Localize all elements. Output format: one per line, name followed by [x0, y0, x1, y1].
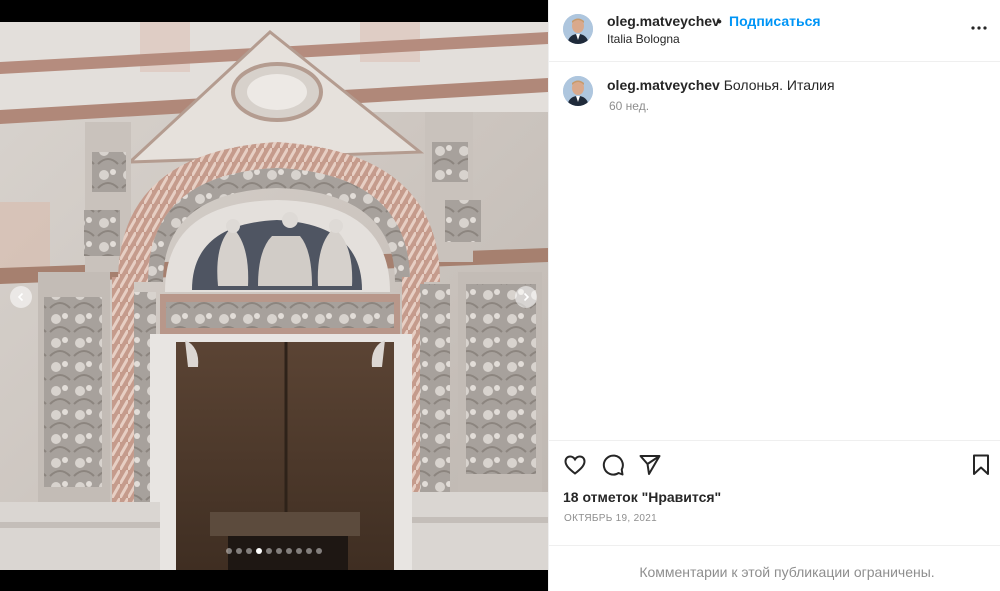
- follow-button[interactable]: Подписаться: [729, 13, 821, 29]
- bookmark-icon: [973, 454, 989, 475]
- carousel-dot: [286, 548, 292, 554]
- carousel-dot: [246, 548, 252, 554]
- send-icon: [639, 455, 661, 475]
- avatar[interactable]: [563, 14, 593, 44]
- post-media: [0, 0, 548, 591]
- caption-avatar[interactable]: [563, 76, 593, 106]
- actions-divider: [549, 440, 1000, 441]
- caption-timestamp[interactable]: 60 нед.: [609, 99, 649, 113]
- caption-username[interactable]: oleg.matveychev: [607, 77, 720, 93]
- next-slide-button[interactable]: [515, 286, 537, 308]
- save-button[interactable]: [969, 453, 993, 477]
- post-photo[interactable]: [0, 22, 548, 570]
- like-count[interactable]: 18 отметок "Нравится": [563, 489, 721, 505]
- share-button[interactable]: [638, 453, 662, 477]
- like-button[interactable]: [563, 453, 587, 477]
- separator-dot: •: [717, 13, 722, 29]
- comments-limited-notice: Комментарии к этой публикации ограничены…: [639, 564, 935, 580]
- carousel-dot: [306, 548, 312, 554]
- post-date[interactable]: ОКТЯБРЬ 19, 2021: [564, 513, 657, 524]
- carousel-dot: [256, 548, 262, 554]
- more-options-icon[interactable]: [969, 18, 989, 38]
- previous-slide-button[interactable]: [10, 286, 32, 308]
- chevron-right-icon: [523, 292, 530, 302]
- carousel-dot: [316, 548, 322, 554]
- carousel-indicator: [0, 548, 548, 554]
- carousel-dot: [266, 548, 272, 554]
- caption-text: Болонья. Италия: [723, 77, 835, 93]
- comment-icon: [602, 454, 624, 476]
- author-username[interactable]: oleg.matveychev: [607, 13, 720, 29]
- post-header: oleg.matveychev • Подписаться Italia Bol…: [549, 0, 1000, 62]
- avatar-image: [563, 14, 593, 44]
- post-location[interactable]: Italia Bologna: [607, 32, 680, 46]
- comments-footer: Комментарии к этой публикации ограничены…: [549, 545, 1000, 591]
- carousel-dot: [236, 548, 242, 554]
- comment-button[interactable]: [601, 453, 625, 477]
- avatar-image: [563, 76, 593, 106]
- carousel-dot: [226, 548, 232, 554]
- carousel-dot: [296, 548, 302, 554]
- carousel-dot: [276, 548, 282, 554]
- chevron-left-icon: [17, 292, 24, 302]
- post-panel: oleg.matveychev • Подписаться Italia Bol…: [548, 0, 1000, 591]
- heart-icon: [564, 455, 586, 475]
- post-caption: oleg.matveychev Болонья. Италия: [607, 77, 987, 93]
